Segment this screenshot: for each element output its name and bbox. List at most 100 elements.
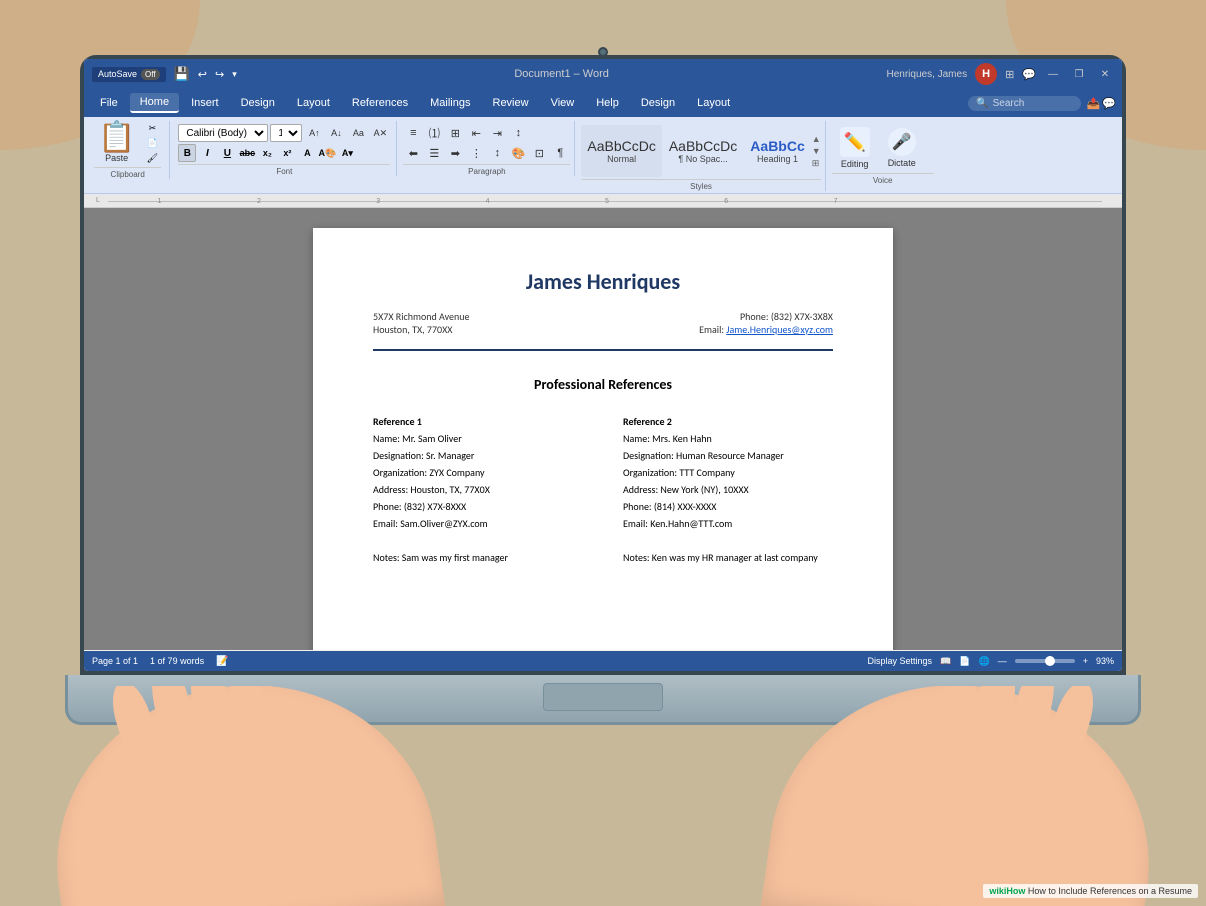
font-label: Font <box>178 164 390 176</box>
menu-layout[interactable]: Layout <box>287 94 340 112</box>
highlight-btn[interactable]: A🎨 <box>318 144 336 162</box>
share-btn[interactable]: 📤 <box>1087 97 1101 110</box>
increase-indent-btn[interactable]: ⇥ <box>487 124 507 142</box>
comments-btn2[interactable]: 💬 <box>1102 97 1116 110</box>
ref2-name: Name: Mrs. Ken Hahn <box>623 430 833 447</box>
customize-btn[interactable]: ▾ <box>232 69 237 80</box>
borders-btn[interactable]: ⊡ <box>529 144 549 162</box>
menu-layout2[interactable]: Layout <box>687 94 740 112</box>
style-nospace-preview: AaBbCcDc <box>669 138 737 154</box>
zoom-minus-btn[interactable]: — <box>998 656 1007 666</box>
doc-email-link[interactable]: Jame.Henriques@xyz.com <box>726 323 833 336</box>
menu-design[interactable]: Design <box>231 94 285 112</box>
style-normal-label: Normal <box>607 154 636 164</box>
search-input[interactable] <box>993 98 1073 109</box>
undo-btn[interactable]: ↩ <box>198 68 207 81</box>
paste-label: Paste <box>105 153 128 163</box>
style-heading-preview: AaBbCc <box>750 138 804 154</box>
shading-btn[interactable]: A▾ <box>338 144 356 162</box>
copy-btn[interactable]: 📄 <box>143 136 161 150</box>
strikethrough-btn[interactable]: abc <box>238 144 256 162</box>
print-layout-btn[interactable]: 📄 <box>959 656 970 667</box>
styles-more-btn[interactable]: ⊞ <box>812 158 821 169</box>
underline-btn[interactable]: U <box>218 144 236 162</box>
menu-view[interactable]: View <box>541 94 585 112</box>
comments-btn[interactable]: 💬 <box>1022 68 1036 81</box>
wikihow-text: How to Include References on a Resume <box>1028 886 1192 896</box>
zoom-plus-btn[interactable]: + <box>1083 656 1088 666</box>
autosave-toggle[interactable]: Off <box>141 69 160 80</box>
superscript-btn[interactable]: x² <box>278 144 296 162</box>
cut-btn[interactable]: ✂ <box>143 121 161 135</box>
ref2-phone: Phone: (814) XXX-XXXX <box>623 498 833 515</box>
bullets-btn[interactable]: ≡ <box>403 124 423 142</box>
align-right-btn[interactable]: ➡ <box>445 144 465 162</box>
doc-contact-right: Phone: (832) X7X-3X8X Email: Jame.Henriq… <box>699 310 833 336</box>
justify-btn[interactable]: ⋮ <box>466 144 486 162</box>
doc-section-title: Professional References <box>373 376 833 393</box>
menu-home[interactable]: Home <box>130 93 179 113</box>
style-normal-btn[interactable]: AaBbCcDc Normal <box>581 125 661 177</box>
sort-btn[interactable]: ↕ <box>508 124 528 142</box>
show-para-btn[interactable]: ¶ <box>550 144 570 162</box>
restore-btn[interactable]: ❐ <box>1070 65 1088 83</box>
paragraph-label: Paragraph <box>403 164 570 176</box>
styles-up-btn[interactable]: ▲ <box>812 134 821 144</box>
left-hand <box>34 686 445 906</box>
menu-review[interactable]: Review <box>483 94 539 112</box>
word-application: AutoSave Off 💾 ↩ ↪ ▾ Document1 – Word He… <box>84 59 1122 671</box>
wikihow-brand: wikiHow <box>989 886 1025 896</box>
doc-refs: Reference 1 Name: Mr. Sam Oliver Designa… <box>373 413 833 566</box>
editing-btn[interactable]: ✏️ Editing <box>832 125 878 171</box>
doc-address: 5X7X Richmond Avenue Houston, TX, 770XX <box>373 310 470 336</box>
menu-help[interactable]: Help <box>586 94 629 112</box>
styles-down-btn[interactable]: ▼ <box>812 146 821 156</box>
format-painter-btn[interactable]: 🖌 <box>143 151 161 165</box>
clear-format-btn[interactable]: A✕ <box>370 124 390 142</box>
save-icon[interactable]: 💾 <box>174 66 190 82</box>
menu-file[interactable]: File <box>90 94 128 112</box>
ref1-organization: Organization: ZYX Company <box>373 464 583 481</box>
menu-bar: File Home Insert Design Layout Reference… <box>84 89 1122 117</box>
menu-mailings[interactable]: Mailings <box>420 94 480 112</box>
font-family-select[interactable]: Calibri (Body) <box>178 124 268 142</box>
multilevel-btn[interactable]: ⊞ <box>445 124 465 142</box>
autosave-label: AutoSave <box>98 69 137 79</box>
menu-design2[interactable]: Design <box>631 94 685 112</box>
minimize-btn[interactable]: — <box>1044 65 1062 83</box>
increase-font-btn[interactable]: A↑ <box>304 124 324 142</box>
close-btn[interactable]: ✕ <box>1096 65 1114 83</box>
decrease-font-btn[interactable]: A↓ <box>326 124 346 142</box>
user-avatar[interactable]: H <box>975 63 997 85</box>
doc-name: James Henriques <box>373 268 833 295</box>
subscript-btn[interactable]: x₂ <box>258 144 276 162</box>
dictate-btn[interactable]: 🎤 Dictate <box>882 126 922 170</box>
line-spacing-btn[interactable]: ↕ <box>487 144 507 162</box>
redo-btn[interactable]: ↪ <box>215 68 224 81</box>
italic-btn[interactable]: I <box>198 144 216 162</box>
align-center-btn[interactable]: ☰ <box>424 144 444 162</box>
menu-insert[interactable]: Insert <box>181 94 229 112</box>
web-layout-btn[interactable]: 🌐 <box>979 656 990 667</box>
doc-ref1: Reference 1 Name: Mr. Sam Oliver Designa… <box>373 413 583 566</box>
style-nospace-btn[interactable]: AaBbCcDc ¶ No Spac... <box>663 125 743 177</box>
status-right: Display Settings 📖 📄 🌐 — + 93% <box>868 656 1114 667</box>
decrease-indent-btn[interactable]: ⇤ <box>466 124 486 142</box>
zoom-thumb <box>1045 656 1055 666</box>
paste-button[interactable]: 📋 Paste <box>94 121 139 165</box>
document-area[interactable]: James Henriques 5X7X Richmond Avenue Hou… <box>84 208 1122 650</box>
shading2-btn[interactable]: 🎨 <box>508 144 528 162</box>
style-heading1-btn[interactable]: AaBbCc Heading 1 <box>744 125 810 177</box>
change-case-btn[interactable]: Aa <box>348 124 368 142</box>
align-left-btn[interactable]: ⬅ <box>403 144 423 162</box>
ribbon-display-btn[interactable]: ⊞ <box>1005 68 1014 81</box>
search-box[interactable]: 🔍 <box>968 96 1080 111</box>
read-mode-btn[interactable]: 📖 <box>940 656 951 667</box>
font-color-btn[interactable]: A <box>298 144 316 162</box>
zoom-slider[interactable] <box>1015 659 1075 663</box>
menu-references[interactable]: References <box>342 94 418 112</box>
bold-btn[interactable]: B <box>178 144 196 162</box>
numbering-btn[interactable]: ⑴ <box>424 124 444 142</box>
font-size-select[interactable]: 11 <box>270 124 302 142</box>
display-settings[interactable]: Display Settings <box>868 656 933 666</box>
